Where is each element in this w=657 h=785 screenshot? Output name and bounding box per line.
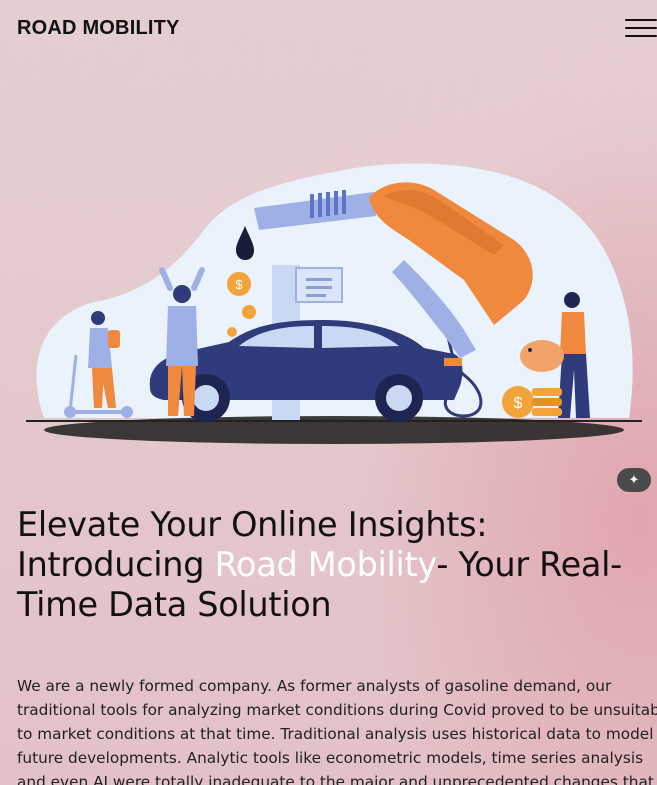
menu-bar-top: [625, 19, 657, 21]
site-header: ROAD MOBILITY: [0, 0, 657, 60]
headline-line2-prefix: Introducing: [17, 545, 215, 584]
svg-text:$: $: [514, 395, 523, 412]
hamburger-menu-icon[interactable]: [625, 19, 657, 41]
headline-highlight: Road Mobility: [214, 545, 437, 584]
menu-bar-bottom: [625, 35, 657, 37]
hero-headline: Elevate Your Online Insights: Introducin…: [17, 505, 657, 625]
menu-bar-middle: [625, 27, 657, 29]
intro-line: to market conditions at that time. Tradi…: [17, 725, 654, 743]
intro-line: We are a newly formed company. As former…: [17, 677, 612, 695]
intro-paragraph: We are a newly formed company. As former…: [17, 674, 657, 785]
headline-line3: Time Data Solution: [17, 585, 332, 624]
piggy-bank-icon: [520, 340, 564, 372]
fuel-pump-car-illustration: $ $: [26, 163, 642, 444]
headline-line1: Elevate Your Online Insights:: [17, 505, 488, 544]
intro-line: future developments. Analytic tools like…: [17, 749, 644, 767]
magic-wand-icon[interactable]: ✦: [617, 468, 651, 492]
headline-line2-suffix: - Your Real-: [436, 545, 622, 584]
brand-logo[interactable]: ROAD MOBILITY: [17, 17, 180, 40]
intro-line: traditional tools for analyzing market c…: [17, 701, 657, 719]
intro-line: and even AI were totally inadequate to t…: [17, 773, 654, 785]
svg-text:$: $: [235, 277, 243, 292]
